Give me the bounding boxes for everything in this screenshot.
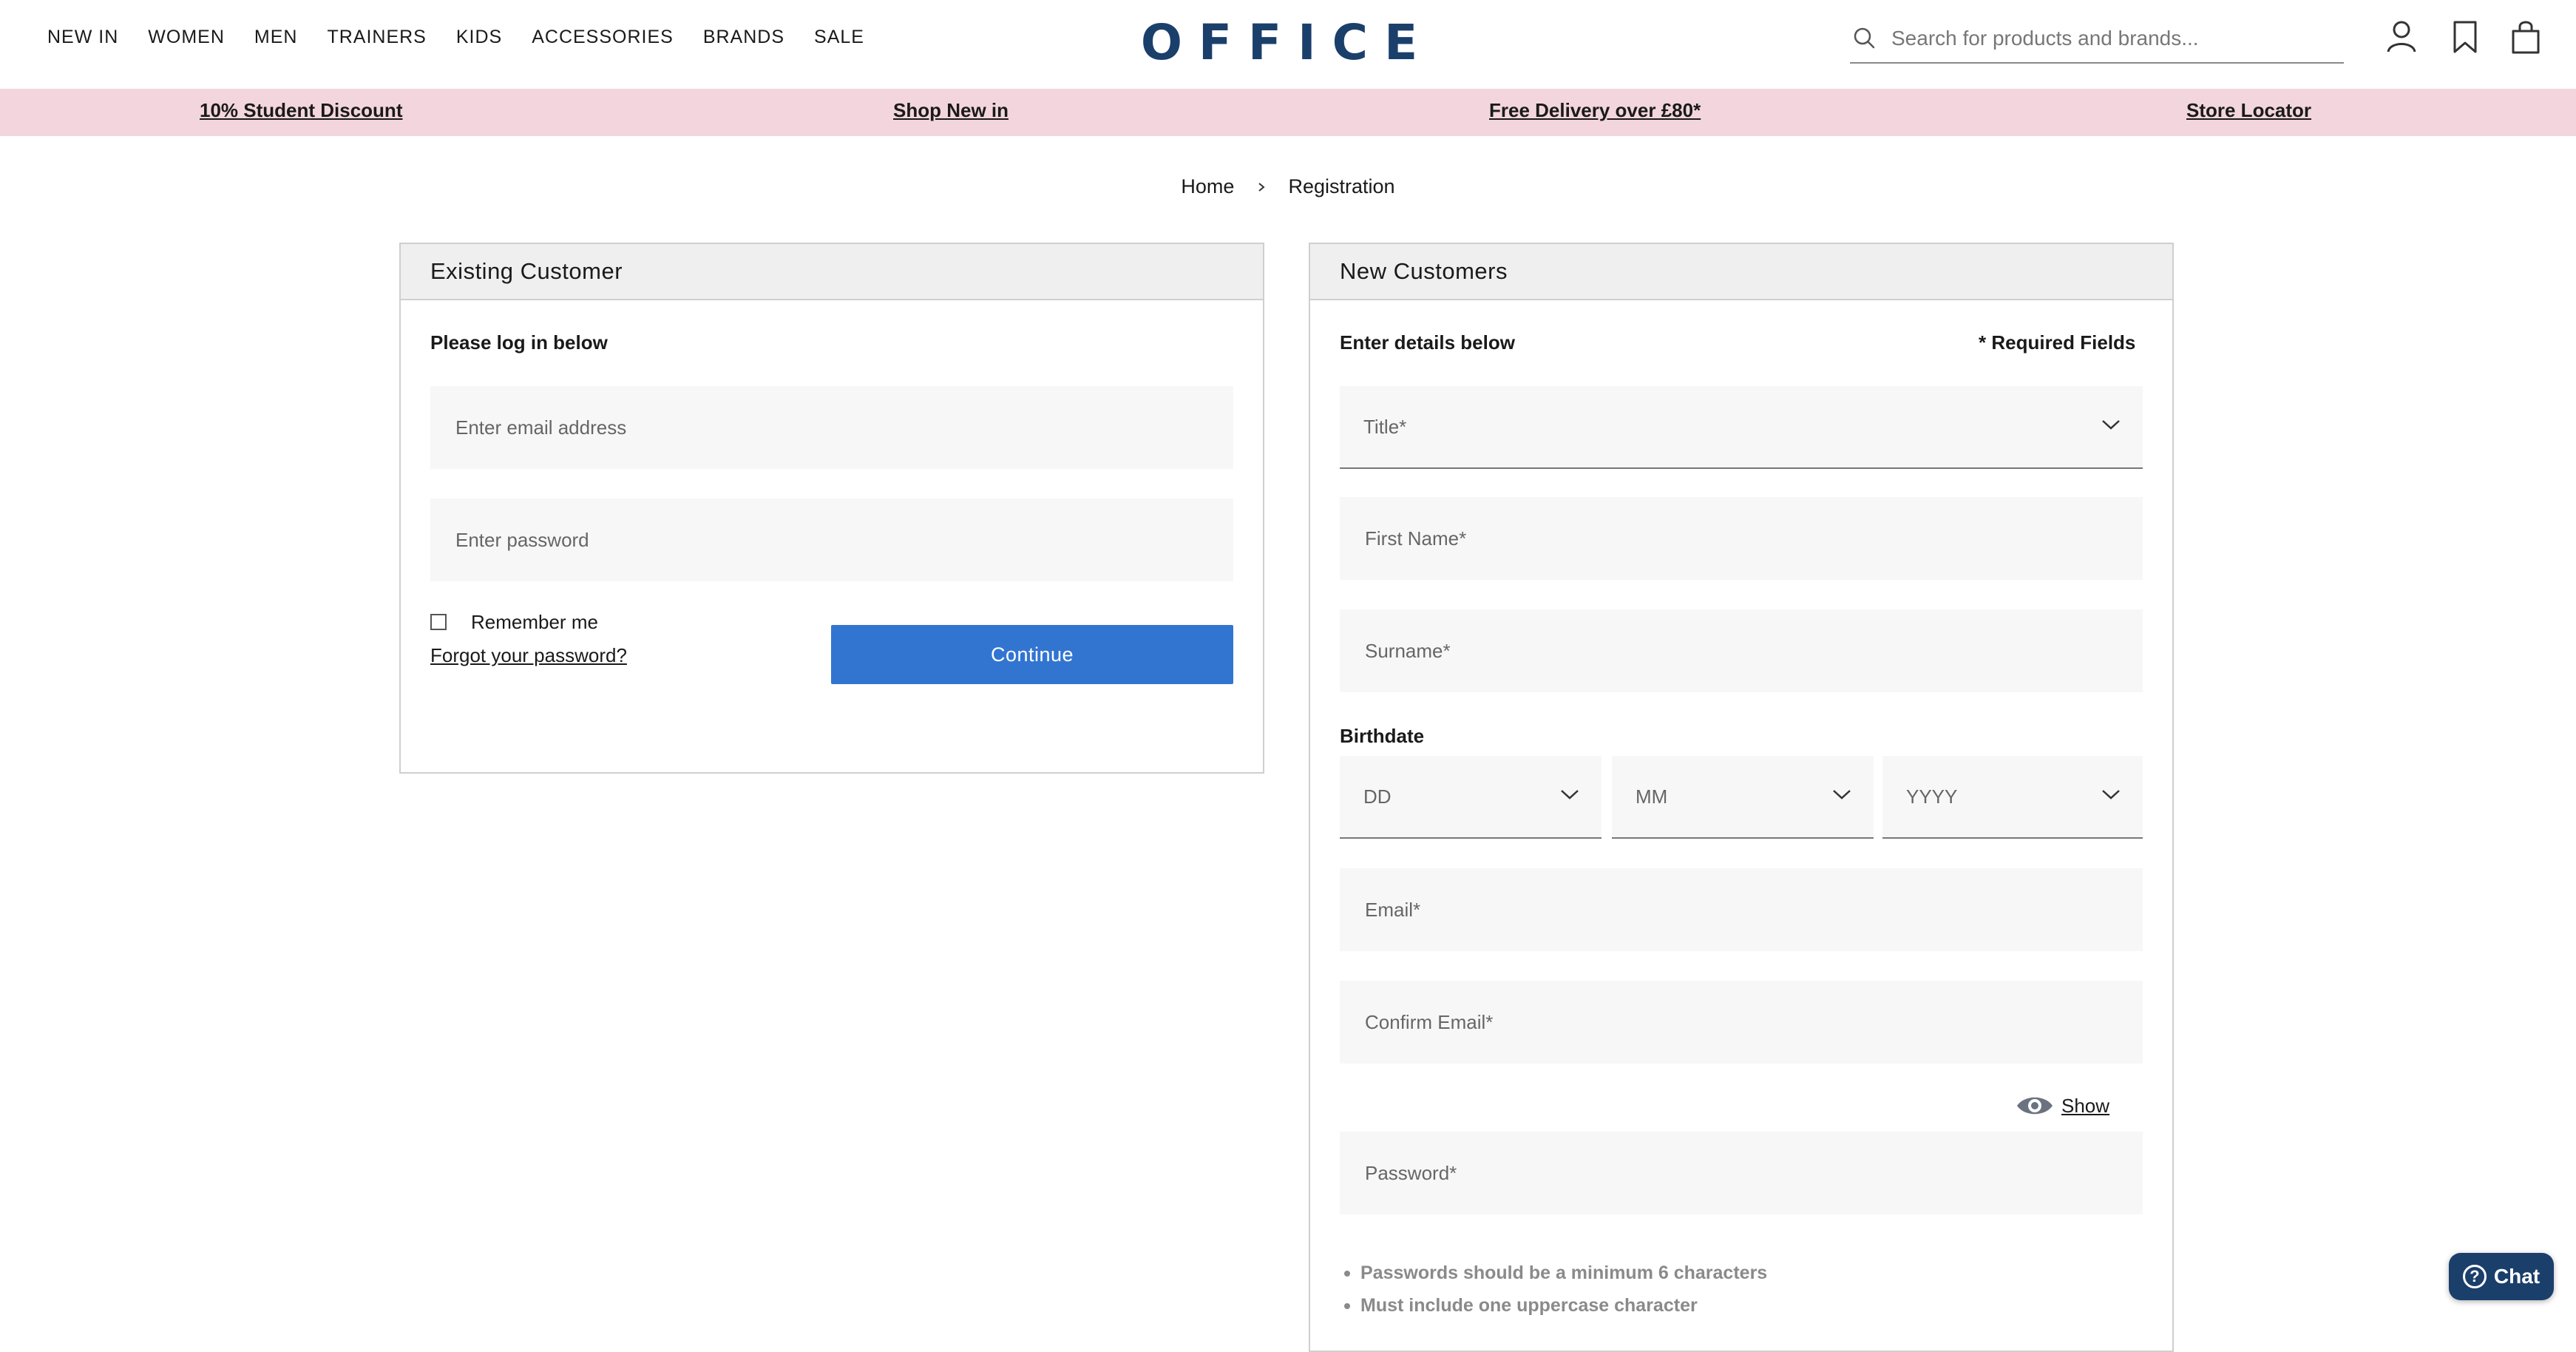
logo-text: OFFICE bbox=[1140, 13, 1434, 71]
search-icon[interactable] bbox=[1850, 24, 1880, 53]
confirm-email-field[interactable] bbox=[1340, 981, 2143, 1064]
confirm-email-input[interactable] bbox=[1363, 1010, 2143, 1035]
show-password-label: Show bbox=[2061, 1094, 2110, 1117]
new-customers-title: New Customers bbox=[1310, 244, 2172, 300]
promo-shop-new-in[interactable]: Shop New in bbox=[893, 99, 1009, 122]
email-field[interactable] bbox=[1340, 868, 2143, 951]
birth-month-value: MM bbox=[1636, 785, 1668, 808]
nav-sale[interactable]: SALE bbox=[814, 22, 864, 52]
chevron-down-icon bbox=[2102, 420, 2120, 430]
promo-student-discount[interactable]: 10% Student Discount bbox=[200, 99, 402, 122]
login-email-input[interactable] bbox=[454, 415, 1233, 440]
register-subtitle: Enter details below bbox=[1340, 331, 1515, 354]
breadcrumb-home[interactable]: Home bbox=[1181, 175, 1234, 198]
nav-trainers[interactable]: TRAINERS bbox=[327, 22, 426, 52]
nav-brands[interactable]: BRANDS bbox=[703, 22, 784, 52]
remember-me-label: Remember me bbox=[471, 611, 598, 633]
required-fields-note: * Required Fields bbox=[1979, 331, 2136, 354]
chevron-down-icon bbox=[1833, 790, 1851, 800]
eye-icon bbox=[2017, 1097, 2053, 1115]
login-subtitle: Please log in below bbox=[430, 331, 608, 354]
main-nav: NEW IN WOMEN MEN TRAINERS KIDS ACCESSORI… bbox=[47, 22, 894, 52]
breadcrumb: Home Registration bbox=[0, 175, 2576, 198]
nav-new-in[interactable]: NEW IN bbox=[47, 22, 118, 52]
bag-icon[interactable] bbox=[2506, 18, 2545, 56]
nav-men[interactable]: MEN bbox=[254, 22, 298, 52]
office-logo[interactable]: OFFICE bbox=[1141, 9, 1424, 75]
nav-accessories[interactable]: ACCESSORIES bbox=[532, 22, 674, 52]
chevron-right-icon bbox=[1258, 183, 1265, 192]
nav-women[interactable]: WOMEN bbox=[148, 22, 225, 52]
birthdate-label: Birthdate bbox=[1340, 725, 1425, 747]
birth-day-select[interactable]: DD bbox=[1340, 756, 1601, 839]
continue-button[interactable]: Continue bbox=[831, 625, 1233, 684]
login-email-field[interactable] bbox=[430, 386, 1233, 469]
site-header: NEW IN WOMEN MEN TRAINERS KIDS ACCESSORI… bbox=[0, 0, 2576, 89]
password-rule: Must include one uppercase character bbox=[1341, 1294, 1767, 1316]
breadcrumb-current: Registration bbox=[1288, 175, 1395, 198]
password-rules: Passwords should be a minimum 6 characte… bbox=[1341, 1262, 1767, 1327]
login-password-input[interactable] bbox=[454, 527, 1233, 552]
search-input[interactable] bbox=[1890, 26, 2336, 51]
chevron-down-icon bbox=[2102, 790, 2120, 800]
surname-field[interactable] bbox=[1340, 609, 2143, 692]
password-input[interactable] bbox=[1363, 1160, 2143, 1186]
title-select[interactable]: Title* bbox=[1340, 386, 2143, 469]
chevron-down-icon bbox=[1561, 790, 1579, 800]
chat-button[interactable]: ? Chat bbox=[2449, 1253, 2554, 1300]
birth-year-value: YYYY bbox=[1906, 785, 1958, 808]
email-input[interactable] bbox=[1363, 897, 2143, 922]
birth-year-select[interactable]: YYYY bbox=[1882, 756, 2143, 839]
promo-store-locator[interactable]: Store Locator bbox=[2186, 99, 2311, 122]
existing-customer-title: Existing Customer bbox=[401, 244, 1263, 300]
password-field[interactable] bbox=[1340, 1132, 2143, 1214]
first-name-field[interactable] bbox=[1340, 497, 2143, 580]
promo-bar: 10% Student Discount Shop New in Free De… bbox=[0, 89, 2576, 136]
nav-kids[interactable]: KIDS bbox=[456, 22, 502, 52]
help-icon: ? bbox=[2462, 1265, 2487, 1288]
chat-label: Chat bbox=[2493, 1265, 2541, 1288]
show-password-toggle[interactable]: Show bbox=[2016, 1093, 2109, 1118]
login-password-field[interactable] bbox=[430, 498, 1233, 581]
bookmark-icon[interactable] bbox=[2446, 18, 2484, 56]
password-rule: Passwords should be a minimum 6 characte… bbox=[1341, 1262, 1767, 1284]
surname-input[interactable] bbox=[1363, 638, 2143, 663]
birth-month-select[interactable]: MM bbox=[1612, 756, 1874, 839]
first-name-input[interactable] bbox=[1363, 526, 2143, 551]
birth-day-value: DD bbox=[1363, 785, 1392, 808]
remember-me-checkbox[interactable] bbox=[430, 614, 447, 630]
title-select-value: Title* bbox=[1363, 415, 1407, 438]
promo-free-delivery[interactable]: Free Delivery over £80* bbox=[1489, 99, 1701, 122]
search-bar bbox=[1850, 15, 2344, 64]
forgot-password-link[interactable]: Forgot your password? bbox=[430, 644, 627, 667]
account-icon[interactable] bbox=[2382, 18, 2421, 56]
